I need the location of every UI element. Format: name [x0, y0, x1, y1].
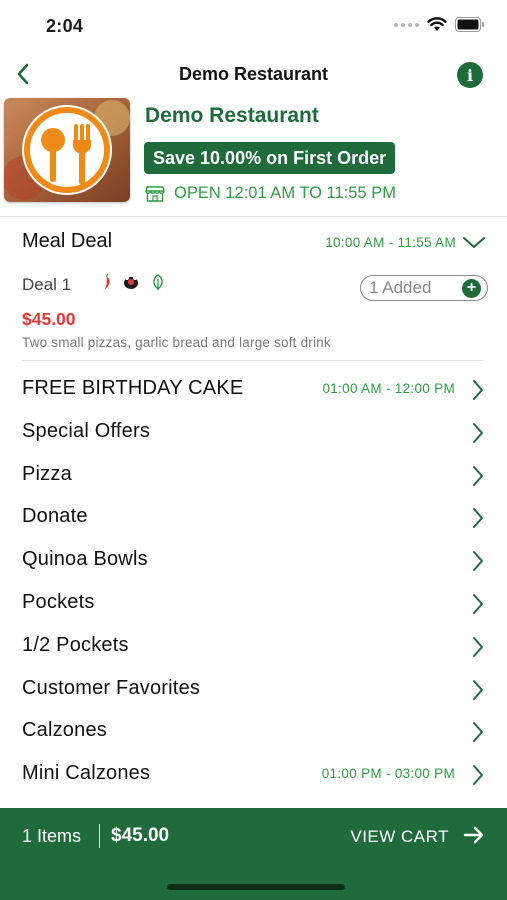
open-hours: OPEN 12:01 AM TO 11:55 PM	[145, 184, 396, 203]
category-free-birthday-cake[interactable]: FREE BIRTHDAY CAKE 01:00 AM - 12:00 PM	[0, 367, 507, 410]
chevron-right-icon	[473, 765, 483, 786]
arrow-right-icon[interactable]	[463, 825, 485, 845]
category-label: Calzones	[22, 719, 107, 742]
info-button[interactable]: i	[457, 62, 483, 88]
category-label: Mini Calzones	[22, 762, 151, 785]
chili-icon	[104, 273, 110, 290]
cart-total: $45.00	[111, 825, 170, 846]
meal-deal-time: 10:00 AM - 11:55 AM	[325, 235, 456, 250]
chevron-right-icon	[473, 679, 483, 700]
category-customer-favorites[interactable]: Customer Favorites	[0, 667, 507, 710]
diet-icons	[102, 273, 166, 291]
category-mini-calzones[interactable]: Mini Calzones 01:00 PM - 03:00 PM	[0, 752, 507, 795]
status-bar: 2:04	[0, 0, 507, 52]
category-quinoa-bowls[interactable]: Quinoa Bowls	[0, 538, 507, 581]
deal-item-description: Two small pizzas, garlic bread and large…	[22, 335, 331, 350]
chevron-right-icon	[473, 508, 483, 529]
wifi-icon	[427, 17, 447, 31]
cart-item-count: 1 Items	[22, 826, 82, 846]
nav-bar: Demo Restaurant i	[0, 52, 507, 96]
meat-icon	[124, 276, 138, 289]
restaurant-name: Demo Restaurant	[145, 104, 319, 127]
chevron-right-icon	[473, 636, 483, 657]
restaurant-logo	[4, 98, 130, 202]
deal-item-price: $45.00	[22, 309, 76, 329]
view-cart-button[interactable]: VIEW CART	[350, 827, 449, 847]
category-time: 01:00 PM - 03:00 PM	[321, 766, 455, 782]
signal-icon	[394, 22, 419, 27]
vegan-leaf-icon	[153, 273, 163, 290]
category-label: Special Offers	[22, 419, 151, 442]
info-icon: i	[466, 65, 474, 85]
store-icon	[145, 185, 165, 202]
category-half-pockets[interactable]: 1/2 Pockets	[0, 624, 507, 667]
category-list: FREE BIRTHDAY CAKE 01:00 AM - 12:00 PM S…	[0, 367, 507, 795]
chevron-right-icon	[473, 551, 483, 572]
meal-deal-title: Meal Deal	[22, 230, 113, 252]
chevron-down-icon[interactable]	[462, 236, 486, 250]
home-indicator	[167, 884, 345, 890]
chevron-right-icon	[473, 380, 483, 400]
category-label: Quinoa Bowls	[22, 548, 148, 571]
category-time: 01:00 AM - 12:00 PM	[322, 381, 455, 396]
category-special-offers[interactable]: Special Offers	[0, 410, 507, 453]
category-label: Pockets	[22, 590, 95, 613]
divider	[0, 216, 507, 217]
deal-item-name: Deal 1	[22, 275, 72, 294]
restaurant-header: Demo Restaurant Save 10.00% on First Ord…	[0, 96, 507, 216]
category-label: Donate	[22, 505, 88, 528]
divider	[22, 360, 485, 361]
status-time: 2:04	[46, 16, 84, 36]
chevron-right-icon	[473, 593, 483, 614]
category-donate[interactable]: Donate	[0, 495, 507, 538]
cart-separator	[99, 824, 100, 848]
category-pockets[interactable]: Pockets	[0, 581, 507, 624]
open-hours-text: OPEN 12:01 AM TO 11:55 PM	[174, 184, 396, 202]
category-label: Pizza	[22, 462, 72, 485]
promo-badge: Save 10.00% on First Order	[144, 142, 396, 174]
added-label: 1 Added	[369, 278, 432, 297]
added-quantity-button[interactable]: 1 Added +	[360, 275, 488, 301]
nav-title: Demo Restaurant	[178, 64, 329, 84]
category-label: FREE BIRTHDAY CAKE	[22, 377, 244, 399]
view-cart-bar[interactable]: 1 Items $45.00 VIEW CART	[0, 808, 507, 900]
battery-icon	[455, 17, 484, 32]
category-label: 1/2 Pockets	[22, 633, 129, 656]
plus-icon[interactable]: +	[462, 278, 481, 298]
category-calzones[interactable]: Calzones	[0, 709, 507, 752]
chevron-right-icon	[473, 422, 483, 443]
chevron-right-icon	[473, 722, 483, 743]
chevron-right-icon	[473, 465, 483, 486]
meal-deal-header[interactable]: Meal Deal 10:00 AM - 11:55 AM	[22, 230, 488, 258]
status-icons	[394, 17, 485, 32]
deal-item[interactable]: Deal 1 1 Added + $45.00 Two small pizzas…	[22, 270, 488, 360]
category-label: Customer Favorites	[22, 676, 201, 699]
category-pizza[interactable]: Pizza	[0, 453, 507, 496]
